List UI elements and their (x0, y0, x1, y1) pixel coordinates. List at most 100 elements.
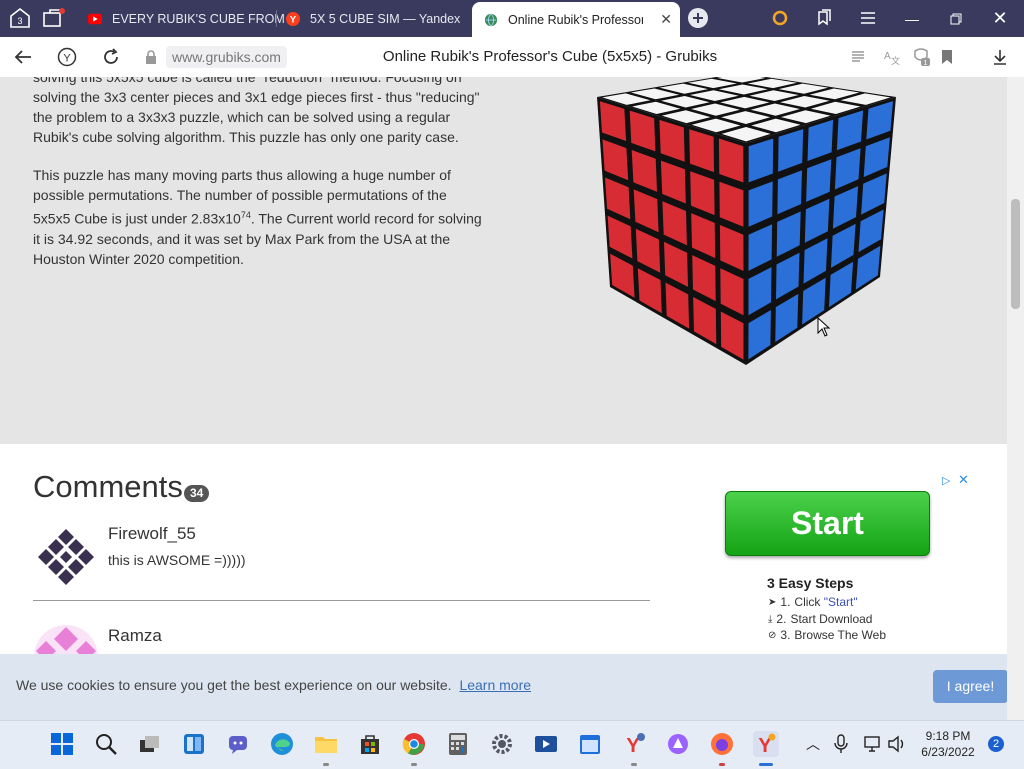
text-line: Rubik's cube solving algorithm. This puz… (33, 129, 459, 145)
volume-button[interactable] (885, 731, 909, 757)
clock-time: 9:18 PM (925, 729, 971, 743)
settings-button[interactable] (489, 731, 515, 757)
speaker-icon (888, 735, 904, 753)
yandex-alt-button[interactable]: Y (621, 731, 647, 757)
rubiks-cube-5x5-canvas[interactable] (580, 77, 920, 377)
avatar[interactable] (34, 525, 98, 589)
video-editor-button[interactable] (533, 731, 559, 757)
menu-button[interactable] (854, 5, 882, 31)
yandex-logo-icon: Y (57, 47, 77, 67)
learn-more-link[interactable]: Learn more (459, 677, 531, 693)
new-tab-button[interactable] (684, 5, 712, 31)
arrow-left-icon (14, 50, 31, 64)
show-hidden-icons-button[interactable]: ︿ (801, 731, 825, 757)
avatar-pattern-icon (34, 525, 98, 589)
start-button[interactable] (49, 731, 75, 757)
store-button[interactable] (357, 731, 383, 757)
yandex-icon: Y (286, 11, 300, 26)
tab-youtube[interactable]: EVERY RUBIK'S CUBE FROM (80, 2, 284, 35)
search-button[interactable] (93, 731, 119, 757)
ad-close-icon[interactable]: ✕ (958, 472, 969, 488)
protect-badge-icon[interactable]: 1 (911, 47, 931, 67)
search-icon (96, 734, 117, 755)
back-button[interactable] (10, 44, 36, 70)
agree-button[interactable]: I agree! (933, 670, 1007, 703)
gear-icon (492, 734, 512, 754)
text-line: solving this 5x5x5 cube is called the "r… (33, 77, 462, 85)
task-view-button[interactable] (137, 731, 163, 757)
translate-icon[interactable]: A文 (882, 47, 902, 67)
restore-icon (950, 13, 962, 24)
network-button[interactable] (861, 731, 885, 757)
tab-yandex[interactable]: Y 5X 5 CUBE SIM — Yandex (278, 2, 476, 35)
svg-text:3: 3 (17, 16, 22, 26)
new-tab-group-button[interactable] (40, 5, 68, 31)
address-bar: Y www.grubiks.com Online Rubik's Profess… (0, 37, 1024, 78)
microphone-button[interactable] (829, 731, 853, 757)
ad-step: ➤ 1. Click "Start" (768, 595, 858, 609)
calendar-button[interactable] (577, 731, 603, 757)
tab-label: Online Rubik's Professor's (508, 12, 643, 27)
yandex-browser-button[interactable]: Y (753, 731, 779, 757)
teams-chat-button[interactable] (225, 731, 251, 757)
restore-button[interactable] (934, 0, 978, 37)
download-icon[interactable] (990, 47, 1010, 67)
ad-choices-icon[interactable]: ▷ (942, 474, 950, 487)
alice-button[interactable] (766, 5, 794, 31)
widgets-button[interactable] (181, 731, 207, 757)
exponent: 74 (240, 210, 251, 220)
tabs-overview-button[interactable]: 3 (6, 5, 34, 31)
reload-button[interactable] (98, 44, 124, 70)
minimize-button[interactable]: — (890, 0, 934, 37)
vertical-scrollbar[interactable] (1007, 77, 1024, 720)
download-arrow-icon: ⤓ (768, 613, 773, 625)
yandex-home-button[interactable]: Y (54, 44, 80, 70)
chat-icon (229, 736, 247, 754)
close-tab-icon[interactable]: ✕ (660, 11, 672, 28)
collections-button[interactable] (810, 5, 838, 31)
url-field[interactable]: www.grubiks.com (166, 46, 287, 68)
text-line: the problem to a 3x3x3 puzzle, which can… (33, 109, 451, 125)
widgets-icon (184, 734, 204, 754)
chrome-icon (402, 733, 425, 755)
system-clock[interactable]: 9:18 PM 6/23/2022 (918, 728, 978, 760)
step-text: Browse The Web (794, 628, 887, 642)
ad-start-button[interactable]: Start (725, 491, 930, 556)
yandex-browser-icon: Y (758, 733, 776, 756)
comment-author[interactable]: Ramza (108, 626, 162, 646)
notification-badge[interactable]: 2 (988, 736, 1004, 752)
ad-step: ⤓ 2. Start Download (768, 612, 872, 626)
network-icon (864, 736, 880, 752)
alice-assistant-button[interactable] (665, 731, 691, 757)
comment-author[interactable]: Firewolf_55 (108, 524, 196, 544)
ad-steps-title: 3 Easy Steps (767, 575, 854, 591)
step-text: Click (794, 595, 824, 609)
folder-icon (315, 737, 337, 753)
scrollbar-thumb[interactable] (1011, 199, 1020, 309)
comments-heading: Comments (33, 469, 183, 504)
file-explorer-button[interactable] (313, 731, 339, 757)
reload-icon (104, 48, 118, 64)
step-link[interactable]: "Start" (824, 595, 858, 609)
advertisement[interactable]: ▷ ✕ Start 3 Easy Steps ➤ 1. Click "Start… (680, 472, 972, 672)
video-editor-icon (535, 736, 557, 752)
cursor-arrow-icon: ➤ (768, 596, 777, 608)
site-security-button[interactable] (138, 44, 164, 70)
text-line: . The Current world record for solving (250, 210, 482, 227)
page-content: solving this 5x5x5 cube is called the "r… (0, 77, 1007, 720)
text-line: it is 34.92 seconds, and it was set by M… (33, 230, 451, 247)
calculator-button[interactable] (445, 731, 471, 757)
calendar-icon (580, 735, 600, 754)
close-window-button[interactable]: ✕ (978, 0, 1022, 37)
globe-icon (484, 13, 498, 27)
svg-text:Y: Y (290, 14, 297, 25)
chrome-button[interactable] (401, 731, 427, 757)
lock-icon (146, 50, 156, 64)
edge-button[interactable] (269, 731, 295, 757)
tab-grubiks-active[interactable]: Online Rubik's Professor's ✕ (472, 2, 680, 37)
text-line: 5x5x5 Cube is just under 2.83x10 (33, 210, 241, 227)
reader-mode-icon[interactable] (848, 47, 868, 67)
firefox-button[interactable] (709, 731, 735, 757)
clock-date: 6/23/2022 (921, 745, 975, 759)
bookmark-icon[interactable] (937, 47, 957, 67)
